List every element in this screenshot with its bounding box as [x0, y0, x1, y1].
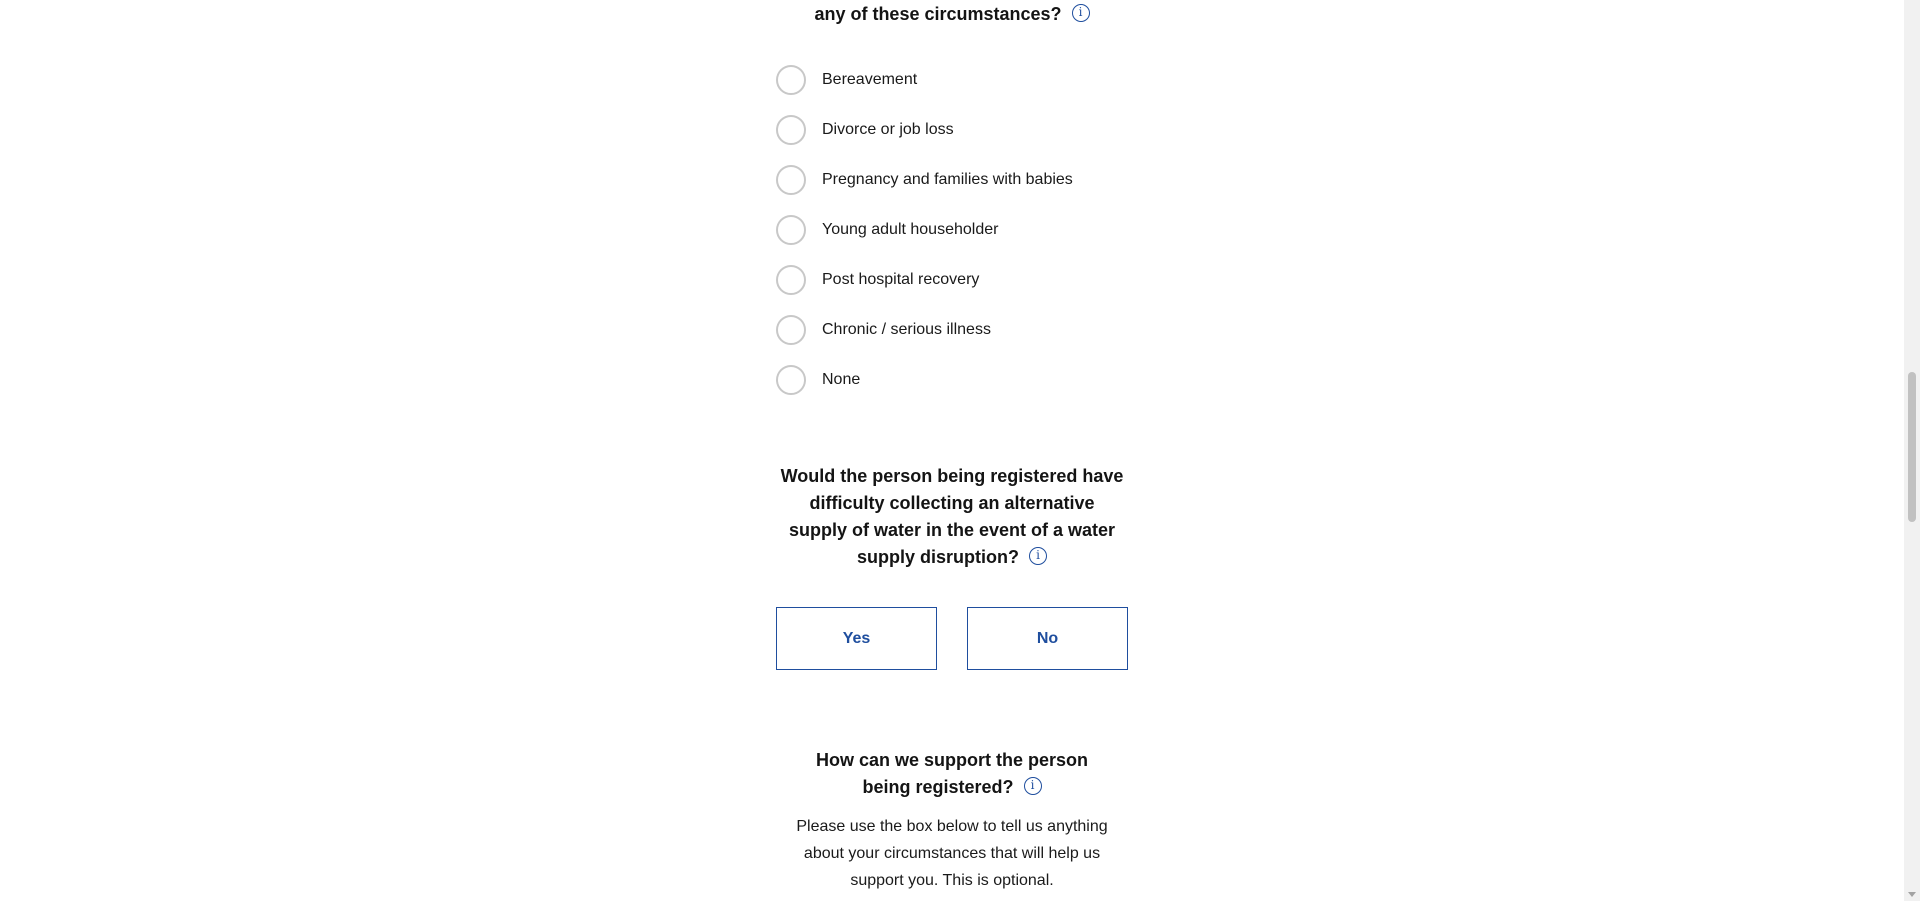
radio-option-chronic-illness[interactable]: Chronic / serious illness — [776, 315, 1128, 365]
radio-option-pregnancy[interactable]: Pregnancy and families with babies — [776, 165, 1128, 215]
scroll-down-arrow-icon[interactable] — [1908, 892, 1916, 897]
water-supply-heading: Would the person being registered have d… — [776, 463, 1128, 571]
radio-label: Pregnancy and families with babies — [822, 171, 1073, 188]
circumstances-heading-text: any of these circumstances? — [814, 4, 1062, 24]
radio-label: Bereavement — [822, 71, 918, 88]
no-button[interactable]: No — [967, 607, 1128, 670]
circumstances-question: any of these circumstances? i — [776, 0, 1128, 28]
scrollbar-thumb[interactable] — [1908, 372, 1916, 522]
support-question: How can we support the person being regi… — [776, 747, 1128, 801]
info-icon[interactable]: i — [1071, 4, 1090, 23]
circumstances-heading: any of these circumstances? i — [776, 1, 1128, 28]
support-helper-text: Please use the box below to tell us anyt… — [796, 818, 1108, 889]
radio-button[interactable] — [776, 365, 806, 395]
page: any of these circumstances? i Bereavement… — [0, 0, 1904, 901]
radio-button[interactable] — [776, 115, 806, 145]
water-supply-heading-text: Would the person being registered have d… — [780, 466, 1124, 567]
yes-no-button-group: Yes No — [776, 607, 1128, 670]
radio-button[interactable] — [776, 215, 806, 245]
radio-label: Chronic / serious illness — [822, 321, 991, 338]
radio-option-post-hospital[interactable]: Post hospital recovery — [776, 265, 1128, 315]
info-icon[interactable]: i — [1023, 777, 1042, 796]
radio-option-young-adult[interactable]: Young adult householder — [776, 215, 1128, 265]
support-heading: How can we support the person being regi… — [776, 747, 1128, 801]
radio-label: None — [822, 371, 861, 388]
vertical-scrollbar[interactable] — [1904, 0, 1920, 901]
radio-label: Young adult householder — [822, 221, 999, 238]
radio-button[interactable] — [776, 315, 806, 345]
support-heading-text: How can we support the person being regi… — [815, 750, 1089, 797]
radio-button[interactable] — [776, 165, 806, 195]
radio-label: Post hospital recovery — [822, 271, 980, 288]
radio-button[interactable] — [776, 65, 806, 95]
radio-option-divorce-job-loss[interactable]: Divorce or job loss — [776, 115, 1128, 165]
radio-option-bereavement[interactable]: Bereavement — [776, 65, 1128, 115]
circumstances-radio-group: Bereavement Divorce or job loss Pregnanc… — [776, 65, 1128, 415]
radio-button[interactable] — [776, 265, 806, 295]
water-supply-question: Would the person being registered have d… — [776, 463, 1128, 571]
radio-label: Divorce or job loss — [822, 121, 954, 138]
yes-button[interactable]: Yes — [776, 607, 937, 670]
info-icon[interactable]: i — [1029, 547, 1047, 566]
radio-option-none[interactable]: None — [776, 365, 1128, 415]
